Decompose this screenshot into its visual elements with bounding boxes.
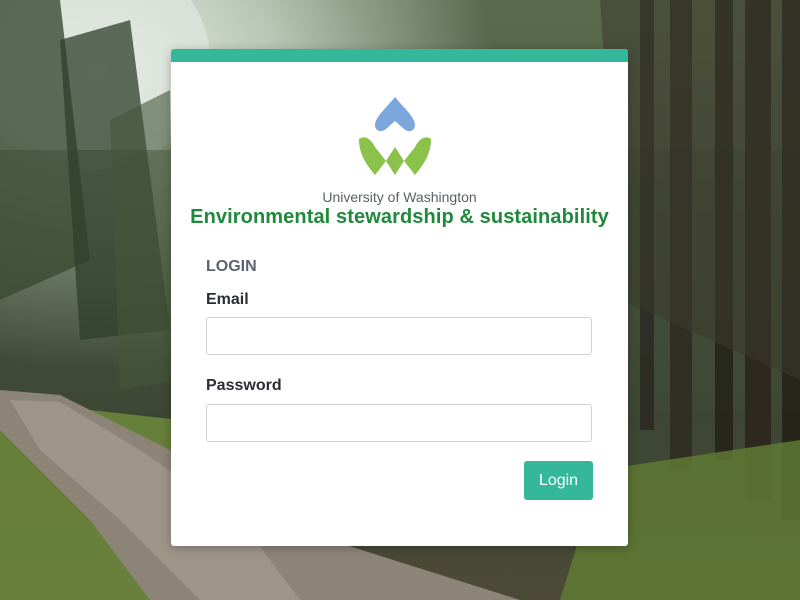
email-label: Email — [206, 291, 249, 308]
uw-sustainability-logo-icon — [359, 97, 431, 175]
program-title: Environmental stewardship & sustainabili… — [190, 206, 609, 228]
password-label: Password — [206, 377, 282, 394]
login-page: University of Washington Environmental s… — [0, 0, 800, 600]
card-accent-bar — [171, 49, 628, 62]
form-title: LOGIN — [206, 258, 257, 275]
login-card: University of Washington Environmental s… — [171, 49, 628, 546]
organization-name: University of Washington — [322, 189, 477, 205]
login-button[interactable]: Login — [524, 461, 593, 500]
password-input[interactable] — [206, 404, 592, 442]
email-input[interactable] — [206, 317, 592, 355]
